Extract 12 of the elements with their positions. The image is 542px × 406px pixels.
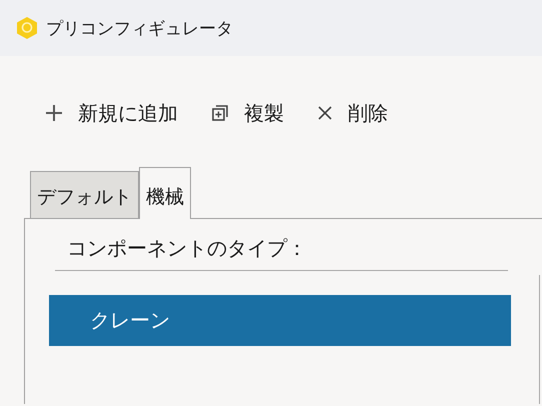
- tab[interactable]: デフォルト: [30, 171, 139, 218]
- add-button[interactable]: 新規に追加: [36, 94, 186, 132]
- list-item[interactable]: クレーン: [49, 295, 511, 346]
- duplicate-button[interactable]: 複製: [202, 94, 292, 132]
- window-title: プリコンフィギュレータ: [46, 18, 233, 40]
- delete-button[interactable]: 削除: [308, 94, 396, 132]
- component-type-label: コンポーネントのタイプ：: [55, 235, 508, 271]
- close-icon: [316, 104, 334, 122]
- copy-icon: [210, 103, 230, 123]
- app-logo-icon: [16, 16, 38, 40]
- tab[interactable]: 機械: [139, 167, 191, 219]
- plus-icon: [44, 103, 64, 123]
